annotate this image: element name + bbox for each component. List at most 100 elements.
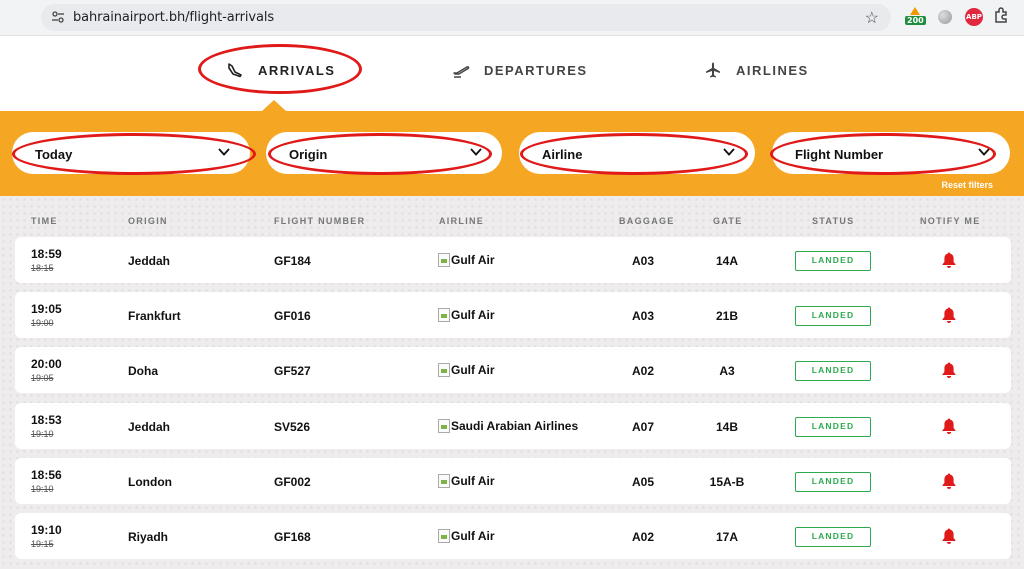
broken-image-icon [438, 363, 450, 377]
tab-departures-label: DEPARTURES [484, 62, 588, 78]
scheduled-time: 18:15 [31, 263, 54, 273]
airline-cell: Gulf Air [438, 308, 495, 322]
flight-number: GF016 [274, 309, 311, 323]
airline-name: Gulf Air [451, 363, 495, 377]
baggage-belt: A03 [632, 254, 655, 268]
address-bar[interactable]: bahrainairport.bh/flight-arrivals ☆ [41, 4, 891, 31]
origin-city: Riyadh [128, 530, 169, 544]
airline-cell: Gulf Air [438, 474, 495, 488]
extension-icon[interactable]: 200 [903, 6, 926, 28]
flight-number: SV526 [274, 420, 311, 434]
airline-cell: Gulf Air [438, 529, 495, 543]
scheduled-time: 19:05 [31, 373, 54, 383]
header-notify-me: NOTIFY ME [920, 216, 981, 226]
gate: 14B [715, 420, 738, 434]
extension-badge: 200 [905, 16, 926, 25]
bell-icon[interactable] [941, 417, 957, 435]
broken-image-icon [438, 419, 450, 433]
airline-name: Gulf Air [451, 308, 495, 322]
baggage-belt: A03 [632, 309, 655, 323]
status-badge: LANDED [795, 417, 871, 437]
header-status: STATUS [812, 216, 855, 226]
annotation-circle [770, 133, 996, 175]
status-badge: LANDED [795, 251, 871, 271]
adblock-plus-icon[interactable]: ABP [963, 6, 985, 28]
baggage-belt: A05 [632, 475, 655, 489]
bell-icon[interactable] [941, 361, 957, 379]
bell-icon[interactable] [941, 251, 957, 269]
table-row[interactable]: 18:56 19:10 London GF002 Gulf Air A05 15A-B LAN… [15, 458, 1011, 504]
status-badge: LANDED [795, 306, 871, 326]
broken-image-icon [438, 308, 450, 322]
flight-number: GF168 [274, 530, 311, 544]
plane-takeoff-icon [453, 66, 470, 78]
status-badge: LANDED [795, 527, 871, 547]
header-baggage: BAGGAGE [619, 216, 675, 226]
actual-time: 18:59 [31, 247, 62, 261]
scheduled-time: 19:10 [31, 429, 54, 439]
extension-icon[interactable] [934, 6, 956, 28]
header-origin: ORIGIN [128, 216, 168, 226]
table-row[interactable]: 20:00 19:05 Doha GF527 Gulf Air A02 A3 LANDED [15, 347, 1011, 393]
actual-time: 18:56 [31, 468, 62, 482]
bookmark-star-icon[interactable]: ☆ [865, 8, 879, 28]
gate: 15A-B [709, 475, 745, 489]
table-row[interactable]: 19:10 19:15 Riyadh GF168 Gulf Air A02 17A LANDE… [15, 513, 1011, 559]
actual-time: 19:10 [31, 523, 62, 537]
header-time: TIME [31, 216, 58, 226]
origin-city: London [128, 475, 172, 489]
url-text[interactable]: bahrainairport.bh/flight-arrivals [73, 10, 274, 25]
arrivals-table: TIME ORIGIN FLIGHT NUMBER AIRLINE BAGGAG… [0, 196, 1024, 569]
origin-city: Jeddah [128, 420, 171, 434]
header-airline: AIRLINE [439, 216, 485, 226]
site-settings-icon[interactable] [51, 10, 65, 24]
gate: 14A [715, 254, 738, 268]
table-row[interactable]: 18:59 18:15 Jeddah GF184 Gulf Air A03 14A LANDE… [15, 237, 1011, 283]
flight-number: GF184 [274, 254, 311, 268]
browser-toolbar: bahrainairport.bh/flight-arrivals ☆ 200 … [0, 0, 1024, 36]
baggage-belt: A02 [632, 530, 655, 544]
extensions-puzzle-icon[interactable] [993, 6, 1015, 28]
bell-icon[interactable] [941, 472, 957, 490]
actual-time: 20:00 [31, 357, 62, 371]
annotation-circle [12, 133, 256, 175]
baggage-belt: A07 [632, 420, 655, 434]
airline-name: Gulf Air [451, 253, 495, 267]
airline-name: Gulf Air [451, 474, 495, 488]
status-badge: LANDED [795, 472, 871, 492]
broken-image-icon [438, 529, 450, 543]
origin-city: Doha [128, 364, 158, 378]
annotation-circle [520, 133, 748, 175]
header-flight-number: FLIGHT NUMBER [274, 216, 366, 226]
broken-image-icon [438, 474, 450, 488]
scheduled-time: 19:10 [31, 484, 54, 494]
gate: 17A [715, 530, 738, 544]
origin-city: Jeddah [128, 254, 171, 268]
origin-city: Frankfurt [128, 309, 181, 323]
tab-departures[interactable]: DEPARTURES [452, 59, 588, 81]
reset-filters-link[interactable]: Reset filters [941, 180, 993, 190]
annotation-circle [268, 133, 492, 175]
scheduled-time: 19:00 [31, 318, 54, 328]
header-gate: GATE [713, 216, 743, 226]
airline-cell: Gulf Air [438, 363, 495, 377]
annotation-circle [198, 44, 362, 94]
filter-bar: Today Origin Airline Flight Number Reset… [0, 111, 1024, 196]
flight-tabs: ARRIVALS DEPARTURES AIRLINES [0, 36, 1024, 111]
gate: 21B [715, 309, 738, 323]
scheduled-time: 19:15 [31, 539, 54, 549]
baggage-belt: A02 [632, 364, 655, 378]
broken-image-icon [438, 253, 450, 267]
bell-icon[interactable] [941, 306, 957, 324]
status-badge: LANDED [795, 361, 871, 381]
airline-cell: Gulf Air [438, 253, 495, 267]
tab-airlines[interactable]: AIRLINES [704, 59, 809, 81]
table-row[interactable]: 18:53 19:10 Jeddah SV526 Saudi Arabian Airli… [15, 403, 1011, 449]
airline-cell: Saudi Arabian Airlines [438, 419, 578, 433]
actual-time: 18:53 [31, 413, 62, 427]
tab-airlines-label: AIRLINES [736, 62, 809, 78]
plane-icon [706, 62, 720, 78]
bell-icon[interactable] [941, 527, 957, 545]
active-tab-pointer [262, 100, 286, 111]
table-row[interactable]: 19:05 19:00 Frankfurt GF016 Gulf Air A03 21B LA… [15, 292, 1011, 338]
